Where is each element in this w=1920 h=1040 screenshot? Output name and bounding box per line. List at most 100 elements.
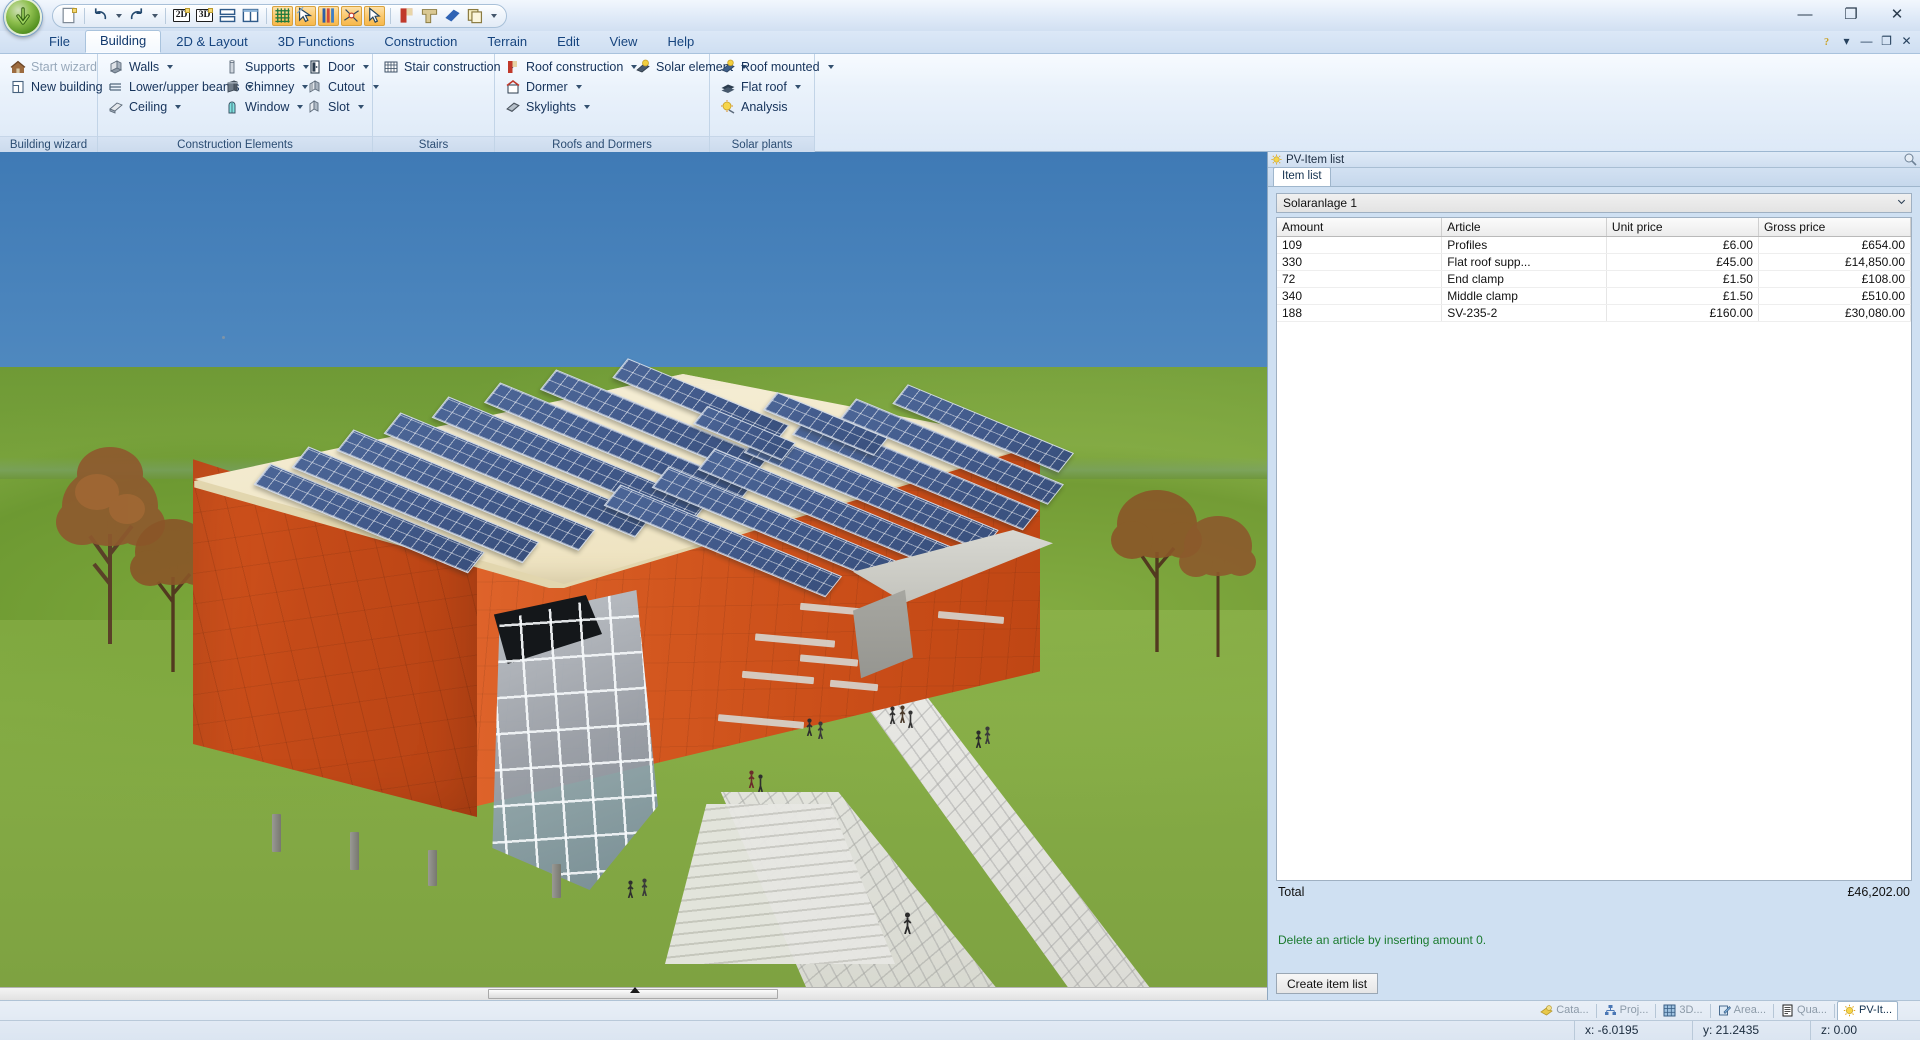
ribbon-item-analysis[interactable]: Analysis (715, 97, 840, 117)
tab-view[interactable]: View (595, 31, 653, 53)
roof-red-icon[interactable] (396, 6, 417, 26)
cell-amount[interactable]: 109 (1277, 237, 1442, 254)
cell-amount[interactable]: 72 (1277, 271, 1442, 288)
tab-2d-layout[interactable]: 2D & Layout (161, 31, 263, 53)
tab-construction[interactable]: Construction (369, 31, 472, 53)
separator (1773, 1004, 1774, 1018)
ribbon-item-walls[interactable]: Walls (103, 57, 219, 77)
view-3d-icon[interactable]: 3D (194, 6, 215, 26)
close-button[interactable]: ✕ (1874, 0, 1920, 28)
ribbon-item-window[interactable]: Window (219, 97, 302, 117)
ribbon-restore-button[interactable]: ❐ (1877, 32, 1896, 50)
new-document-icon[interactable] (58, 6, 79, 26)
doc-tab-area[interactable]: Area... (1713, 1002, 1771, 1020)
column-header-unit-price[interactable]: Unit price (1606, 218, 1758, 237)
slab-blue-icon[interactable] (442, 6, 463, 26)
pointer-icon[interactable] (364, 6, 385, 26)
project-tree-icon (1604, 1004, 1617, 1017)
table-row[interactable]: 188 SV-235-2 £160.00 £30,080.00 (1277, 305, 1911, 322)
ribbon-item-label: Analysis (741, 100, 788, 114)
tab-item-list[interactable]: Item list (1273, 167, 1331, 186)
ribbon-item-solar-element[interactable]: Solar element (630, 57, 715, 77)
ribbon-item-lower-upper-beams[interactable]: Lower/upper beams (103, 77, 219, 97)
table-row[interactable]: 109 Profiles £6.00 £654.00 (1277, 237, 1911, 254)
doc-tab-catalog[interactable]: Cata... (1535, 1002, 1593, 1020)
cell-amount[interactable]: 340 (1277, 288, 1442, 305)
ribbon-group-title: Building wizard (0, 136, 97, 153)
tab-3d-functions[interactable]: 3D Functions (263, 31, 370, 53)
ribbon-item-dormer[interactable]: Dormer (500, 77, 630, 97)
ribbon-item-roof-construction[interactable]: Roof construction (500, 57, 630, 77)
ribbon-item-label: Roof mounted (741, 60, 820, 74)
cell-amount[interactable]: 188 (1277, 305, 1442, 322)
column-header-article[interactable]: Article (1442, 218, 1607, 237)
3d-viewport[interactable] (0, 152, 1267, 1000)
doc-tab-pv-item-list[interactable]: PV-It... (1837, 1001, 1898, 1020)
ribbon-group-stairs: Stair construction Stairs (373, 54, 495, 153)
tab-edit[interactable]: Edit (542, 31, 594, 53)
ribbon: Start wizard New building Building wizar… (0, 53, 1920, 152)
ribbon-minimize-button[interactable]: — (1857, 32, 1876, 50)
ribbon-close-button[interactable]: ✕ (1897, 32, 1916, 50)
badge (208, 8, 213, 13)
split-horizontal-icon[interactable] (217, 6, 238, 26)
ribbon-item-slot[interactable]: Slot (302, 97, 372, 117)
person-figure (817, 721, 824, 739)
ribbon-item-label: Stair construction (404, 60, 501, 74)
grid-icon[interactable] (272, 6, 293, 26)
tab-file[interactable]: File (34, 31, 85, 53)
ceiling-icon (107, 99, 124, 116)
layers-icon[interactable] (318, 6, 339, 26)
cell-unit-price: £160.00 (1606, 305, 1758, 322)
create-item-list-button[interactable]: Create item list (1276, 973, 1378, 994)
help-icon[interactable]: ? (1817, 32, 1836, 50)
ribbon-item-roof-mounted[interactable]: Roof mounted (715, 57, 840, 77)
title-bar: 2D 3D (0, 0, 1920, 31)
pin-icon[interactable] (1904, 153, 1917, 166)
status-coordinate-x: x: -6.0195 (1574, 1021, 1692, 1040)
doc-tab-project[interactable]: Proj... (1599, 1002, 1654, 1020)
snap-cursor-icon[interactable] (295, 6, 316, 26)
undo-icon[interactable] (90, 6, 111, 26)
ribbon-item-skylights[interactable]: Skylights (500, 97, 630, 117)
ribbon-item-door[interactable]: Door (302, 57, 372, 77)
stair-icon (382, 59, 399, 76)
tab-help[interactable]: Help (652, 31, 709, 53)
restore-button[interactable]: ❐ (1828, 0, 1874, 28)
copy-stack-icon[interactable] (465, 6, 486, 26)
total-value: £46,202.00 (1847, 885, 1910, 899)
redo-icon[interactable] (126, 6, 147, 26)
column-header-gross-price[interactable]: Gross price (1758, 218, 1910, 237)
minimize-button[interactable]: — (1782, 0, 1828, 28)
ribbon-options-caret-icon[interactable]: ▾ (1837, 32, 1856, 50)
ribbon-item-new-building[interactable]: New building (5, 77, 109, 97)
roof-plan-icon[interactable] (419, 6, 440, 26)
tab-terrain[interactable]: Terrain (472, 31, 542, 53)
separator (1834, 1004, 1835, 1018)
redo-dropdown-icon[interactable] (149, 14, 160, 18)
doc-tab-3d[interactable]: 3D... (1658, 1002, 1707, 1020)
ribbon-item-label: Cutout (328, 80, 365, 94)
ribbon-item-supports[interactable]: Supports (219, 57, 302, 77)
table-row[interactable]: 330 Flat roof supp... £45.00 £14,850.00 (1277, 254, 1911, 271)
ortho-snap-icon[interactable] (341, 6, 362, 26)
ribbon-item-cutout[interactable]: Cutout (302, 77, 372, 97)
table-row[interactable]: 72 End clamp £1.50 £108.00 (1277, 271, 1911, 288)
table-row[interactable]: 340 Middle clamp £1.50 £510.00 (1277, 288, 1911, 305)
tab-building[interactable]: Building (85, 30, 161, 53)
ribbon-item-ceiling[interactable]: Ceiling (103, 97, 219, 117)
ribbon-item-flat-roof[interactable]: Flat roof (715, 77, 840, 97)
doc-tab-quantity[interactable]: Qua... (1776, 1002, 1832, 1020)
viewport-horizontal-scrollbar[interactable] (0, 987, 1267, 1000)
qat-dropdown-icon[interactable] (488, 14, 499, 18)
solar-plant-select[interactable]: Solaranlage 1 (1276, 193, 1912, 213)
item-list-table-container[interactable]: Amount Article Unit price Gross price 10… (1276, 217, 1912, 881)
ribbon-item-start-wizard[interactable]: Start wizard (5, 57, 109, 77)
split-vertical-icon[interactable] (240, 6, 261, 26)
undo-dropdown-icon[interactable] (113, 14, 124, 18)
column-header-amount[interactable]: Amount (1277, 218, 1442, 237)
ribbon-item-label: Start wizard (31, 60, 97, 74)
cell-amount[interactable]: 330 (1277, 254, 1442, 271)
view-2d-icon[interactable]: 2D (171, 6, 192, 26)
ribbon-item-chimney[interactable]: Chimney (219, 77, 302, 97)
